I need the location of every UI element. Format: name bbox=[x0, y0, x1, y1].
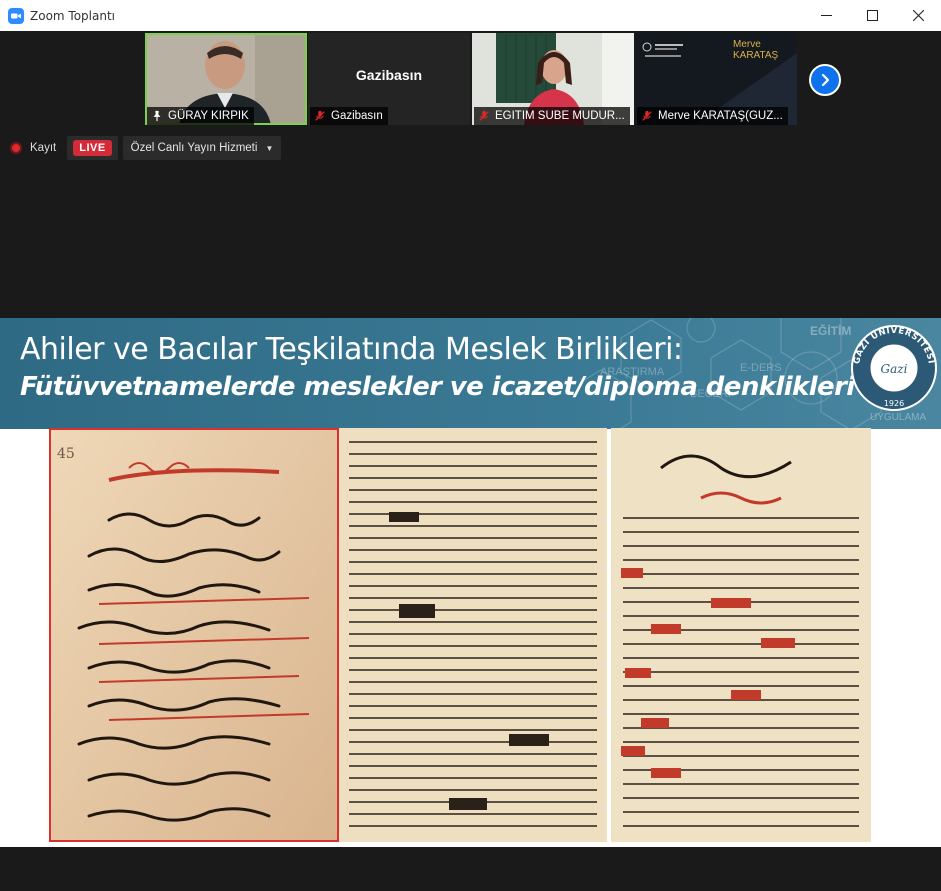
participant-name: GÜRAY KIRPIK bbox=[168, 110, 249, 122]
window-controls bbox=[803, 0, 941, 31]
manuscript-image: 45 bbox=[49, 428, 339, 842]
participant-tile-egitim-sube[interactable]: EGITIM SUBE MUDUR... bbox=[472, 33, 634, 125]
participant-name-label: Gazibasın bbox=[310, 107, 388, 125]
stream-service-dropdown[interactable]: Özel Canlı Yayın Hizmeti ▼ bbox=[122, 136, 282, 160]
slide-title: Ahiler ve Bacılar Teşkilatında Meslek Bi… bbox=[20, 332, 683, 367]
participant-tile-guray[interactable]: GÜRAY KIRPIK bbox=[145, 33, 307, 125]
manuscript-page-3 bbox=[611, 428, 871, 842]
chevron-right-icon bbox=[821, 73, 830, 87]
participant-center-name: Gazibasın bbox=[355, 67, 423, 83]
participant-name-label: Merve KARATAŞ(GUZ... bbox=[637, 107, 788, 125]
participant-name-label: GÜRAY KIRPIK bbox=[147, 107, 254, 125]
seal-year: 1926 bbox=[884, 399, 904, 408]
recording-bar: Kayıt LIVE Özel Canlı Yayın Hizmeti ▼ bbox=[10, 135, 282, 161]
close-icon bbox=[912, 10, 924, 21]
participant-tile-merve[interactable]: Merve KARATAŞ Merve KARATAŞ(GUZ... bbox=[635, 33, 797, 125]
manuscript-images: 45 bbox=[49, 428, 871, 842]
stream-service-label: Özel Canlı Yayın Hizmeti bbox=[130, 142, 258, 154]
svg-text:45: 45 bbox=[57, 446, 75, 462]
participant-name: EGITIM SUBE MUDUR... bbox=[495, 110, 625, 122]
manuscript-page-1: 45 bbox=[49, 428, 339, 842]
window-title: Zoom Toplantı bbox=[30, 8, 115, 23]
next-page-button[interactable] bbox=[809, 64, 841, 96]
slide-banner: EĞİTİM E-DERS BECERİ ARAŞTIRMA UYGULAMA … bbox=[0, 318, 941, 429]
close-button[interactable] bbox=[895, 0, 941, 31]
participant-name: Gazibasın bbox=[331, 110, 383, 122]
participant-name-label: EGITIM SUBE MUDUR... bbox=[474, 107, 630, 125]
mic-muted-icon bbox=[313, 109, 327, 123]
recording-label: Kayıt bbox=[30, 142, 57, 154]
minimize-icon bbox=[820, 15, 832, 16]
pin-icon bbox=[150, 109, 164, 123]
live-badge[interactable]: LIVE bbox=[67, 136, 118, 160]
participant-tile-gazibasin[interactable]: Gazibasın Gazibasın bbox=[308, 33, 470, 125]
recording-indicator-icon bbox=[10, 142, 22, 154]
banner-word: EĞİTİM bbox=[810, 324, 852, 338]
zoom-app-icon bbox=[8, 7, 24, 24]
participant-name: Merve KARATAŞ(GUZ... bbox=[658, 110, 783, 122]
minimize-button[interactable] bbox=[803, 0, 849, 31]
window-titlebar: Zoom Toplantı bbox=[0, 0, 941, 31]
maximize-button[interactable] bbox=[849, 0, 895, 31]
shared-screen: EĞİTİM E-DERS BECERİ ARAŞTIRMA UYGULAMA … bbox=[0, 318, 941, 847]
slide-subtitle: Fütüvvetnamelerde meslekler ve icazet/di… bbox=[20, 372, 855, 402]
bottom-area bbox=[0, 847, 941, 891]
meeting-window: GÜRAY KIRPIK Gazibasın Gazibasın EGITIM … bbox=[0, 31, 941, 891]
mic-muted-icon bbox=[640, 109, 654, 123]
seal-center-text: Gazi bbox=[881, 362, 908, 376]
manuscript-image bbox=[611, 428, 871, 842]
participant-overlay-text: Merve KARATAŞ bbox=[733, 39, 779, 61]
live-label: LIVE bbox=[73, 140, 112, 156]
gazi-university-seal: GAZİ ÜNİVERSİTESİ Gazi 1926 bbox=[851, 325, 937, 411]
manuscript-page-2 bbox=[339, 428, 607, 842]
manuscript-image bbox=[339, 428, 607, 842]
mic-muted-icon bbox=[477, 109, 491, 123]
caret-down-icon: ▼ bbox=[265, 143, 274, 153]
maximize-icon bbox=[866, 10, 878, 21]
